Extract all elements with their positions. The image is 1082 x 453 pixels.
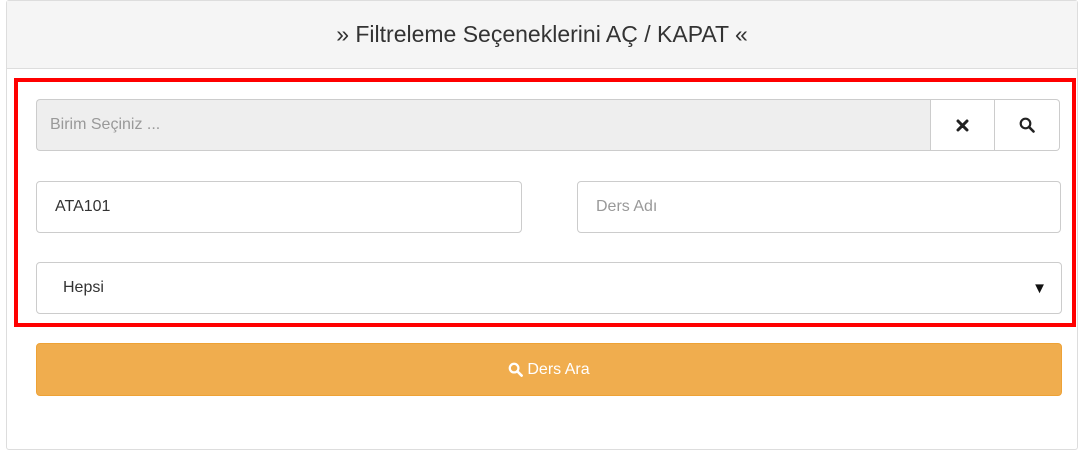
course-name-input[interactable] — [577, 181, 1061, 233]
search-icon — [509, 362, 524, 377]
unit-selector[interactable]: Birim Seçiniz ... — [36, 99, 1060, 151]
caret-down-icon: ▼ — [1032, 279, 1047, 297]
unit-clear-button[interactable] — [930, 99, 995, 151]
filter-toggle-header[interactable]: » Filtreleme Seçeneklerini AÇ / KAPAT « — [7, 1, 1077, 69]
course-code-input[interactable] — [36, 181, 522, 233]
close-icon — [956, 119, 969, 131]
search-icon — [1019, 117, 1035, 133]
unit-select-display[interactable]: Birim Seçiniz ... — [36, 99, 930, 151]
unit-search-button[interactable] — [995, 99, 1060, 151]
course-type-selected: Hepsi — [63, 279, 104, 296]
course-type-select[interactable]: Hepsi ▼ — [36, 262, 1062, 314]
search-courses-label: Ders Ara — [527, 360, 590, 378]
search-courses-button[interactable]: Ders Ara — [36, 343, 1062, 396]
